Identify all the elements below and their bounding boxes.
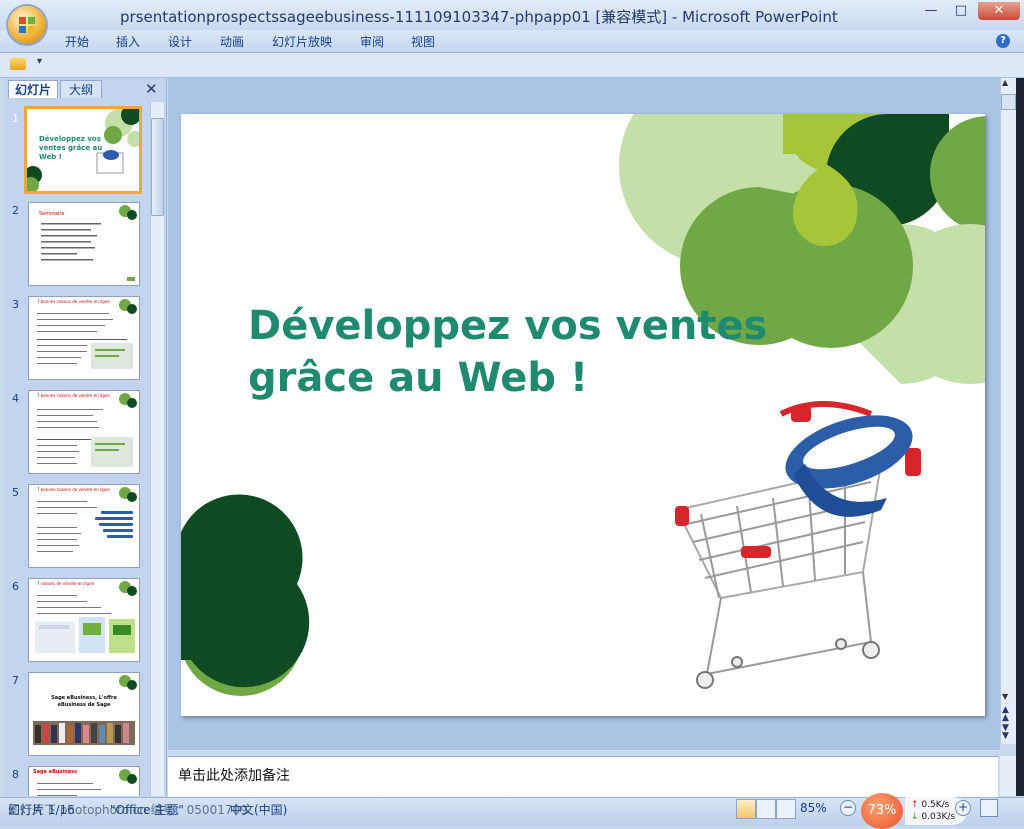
notes-pane[interactable] bbox=[168, 756, 998, 797]
zoom-level[interactable]: 85% bbox=[800, 801, 827, 815]
fit-to-window-icon[interactable] bbox=[980, 799, 998, 817]
minimize-button[interactable]: — bbox=[918, 2, 944, 20]
tab-design[interactable]: 设计 bbox=[168, 33, 192, 50]
slide-thumbnail-1[interactable]: Développez vos ventes grâce au Web ! bbox=[24, 106, 142, 194]
tab-slide-show[interactable]: 幻灯片放映 bbox=[272, 33, 332, 50]
customize-toolbar-dropdown[interactable]: ▾ bbox=[37, 56, 42, 67]
slide-number: 6 bbox=[12, 580, 19, 593]
slide-number: 4 bbox=[12, 392, 19, 405]
slide-number: 8 bbox=[12, 768, 19, 781]
slide-title-line-2: grâce au Web ! bbox=[248, 355, 589, 401]
slide-thumbnail-5[interactable]: 7 bonnes raisons de vendre en ligne bbox=[28, 484, 140, 568]
slide-thumbnail-3[interactable]: 7 bonnes raisons de vendre en ligne bbox=[28, 296, 140, 380]
upload-arrow-icon: ↑ bbox=[911, 800, 919, 810]
tab-insert[interactable]: 插入 bbox=[116, 33, 140, 50]
thumb-3-lines bbox=[37, 299, 137, 369]
slide-number: 7 bbox=[12, 674, 19, 687]
thumb-4-lines bbox=[37, 393, 137, 467]
office-button[interactable] bbox=[8, 6, 46, 44]
ribbon-tab-bar bbox=[0, 30, 1024, 53]
zoom-in-button[interactable]: + bbox=[955, 800, 971, 816]
slide-number: 5 bbox=[12, 486, 19, 499]
close-button[interactable]: ✕ bbox=[978, 2, 1020, 20]
thumb-5-lines bbox=[37, 487, 137, 552]
normal-view-icon[interactable] bbox=[736, 799, 756, 819]
download-speed: 0.03K/s bbox=[921, 812, 956, 822]
slide-sorter-view-icon[interactable] bbox=[756, 799, 776, 819]
tab-slides[interactable]: 幻灯片 bbox=[8, 80, 58, 99]
next-slide-icon[interactable]: ▼ ▼ bbox=[1002, 724, 1009, 741]
slide-scroll-thumb[interactable] bbox=[1001, 94, 1016, 110]
scroll-down-arrow-icon[interactable]: ▼ bbox=[1002, 692, 1008, 701]
slide-scrollbar[interactable] bbox=[1000, 78, 1017, 744]
slide-title[interactable]: Développez vos ventes grâce au Web ! bbox=[248, 300, 808, 404]
tab-outline[interactable]: 大纲 bbox=[60, 80, 102, 99]
slide-title-line-1: Développez vos ventes bbox=[248, 303, 768, 349]
slide-thumbnail-6[interactable]: 7 raisons de vendre en ligne bbox=[28, 578, 140, 662]
previous-slide-icon[interactable]: ▲ ▲ bbox=[1002, 706, 1009, 723]
slide-thumbnail-4[interactable]: 7 bonnes raisons de vendre en ligne bbox=[28, 390, 140, 474]
slide-show-view-icon[interactable] bbox=[776, 799, 796, 819]
maximize-button[interactable]: □ bbox=[948, 2, 974, 20]
notes-scrollbar[interactable] bbox=[1000, 756, 1016, 796]
open-folder-icon[interactable] bbox=[10, 58, 26, 70]
help-icon[interactable]: ? bbox=[996, 34, 1010, 48]
slide-thumbnail-2[interactable]: Sommaire bbox=[28, 202, 140, 286]
slide-decoration bbox=[181, 114, 985, 696]
upload-speed: 0.5K/s bbox=[921, 800, 950, 810]
tab-animations[interactable]: 动画 bbox=[220, 33, 244, 50]
slide-canvas[interactable] bbox=[181, 114, 985, 716]
tab-review[interactable]: 审阅 bbox=[360, 33, 384, 50]
office-logo-icon bbox=[19, 17, 35, 33]
thumb-8-lines bbox=[37, 769, 137, 796]
slide-number: 2 bbox=[12, 204, 19, 217]
thumb-2-lines bbox=[41, 205, 137, 281]
slide-number: 3 bbox=[12, 298, 19, 311]
tab-home[interactable]: 开始 bbox=[65, 33, 89, 50]
download-arrow-icon: ↓ bbox=[911, 812, 919, 822]
thumb-7-people bbox=[33, 675, 137, 745]
slide-thumbnail-8[interactable]: Sage eBusiness bbox=[28, 766, 140, 796]
window-title: prsentationprospectssageebusiness-111109… bbox=[120, 8, 838, 26]
thumb-1-title: Développez vos ventes grâce au Web ! bbox=[39, 135, 103, 161]
zoom-out-button[interactable]: − bbox=[840, 800, 856, 816]
thumbnail-scroll-thumb[interactable] bbox=[151, 118, 164, 216]
notes-placeholder[interactable]: 单击此处添加备注 bbox=[178, 765, 290, 785]
tab-view[interactable]: 视图 bbox=[411, 33, 435, 50]
quick-access-toolbar bbox=[0, 53, 1024, 78]
cpu-usage-badge: 73% bbox=[861, 793, 903, 829]
thumb-6-lines bbox=[35, 581, 137, 653]
slide-number: 1 bbox=[12, 112, 19, 125]
scroll-up-arrow-icon[interactable]: ▲ bbox=[1002, 78, 1008, 87]
slide-thumbnail-7[interactable]: Sage eBusiness, L'offre eBusiness de Sag… bbox=[28, 672, 140, 756]
desktop-edge bbox=[1016, 78, 1024, 796]
close-panel-icon[interactable]: ✕ bbox=[145, 80, 158, 98]
slide-thumbnail-list: 1 Développez vos ventes grâce au Web ! 2… bbox=[6, 98, 150, 796]
watermark-text: 图行天下 photophoto.cn 编号：05001709 bbox=[8, 803, 248, 817]
